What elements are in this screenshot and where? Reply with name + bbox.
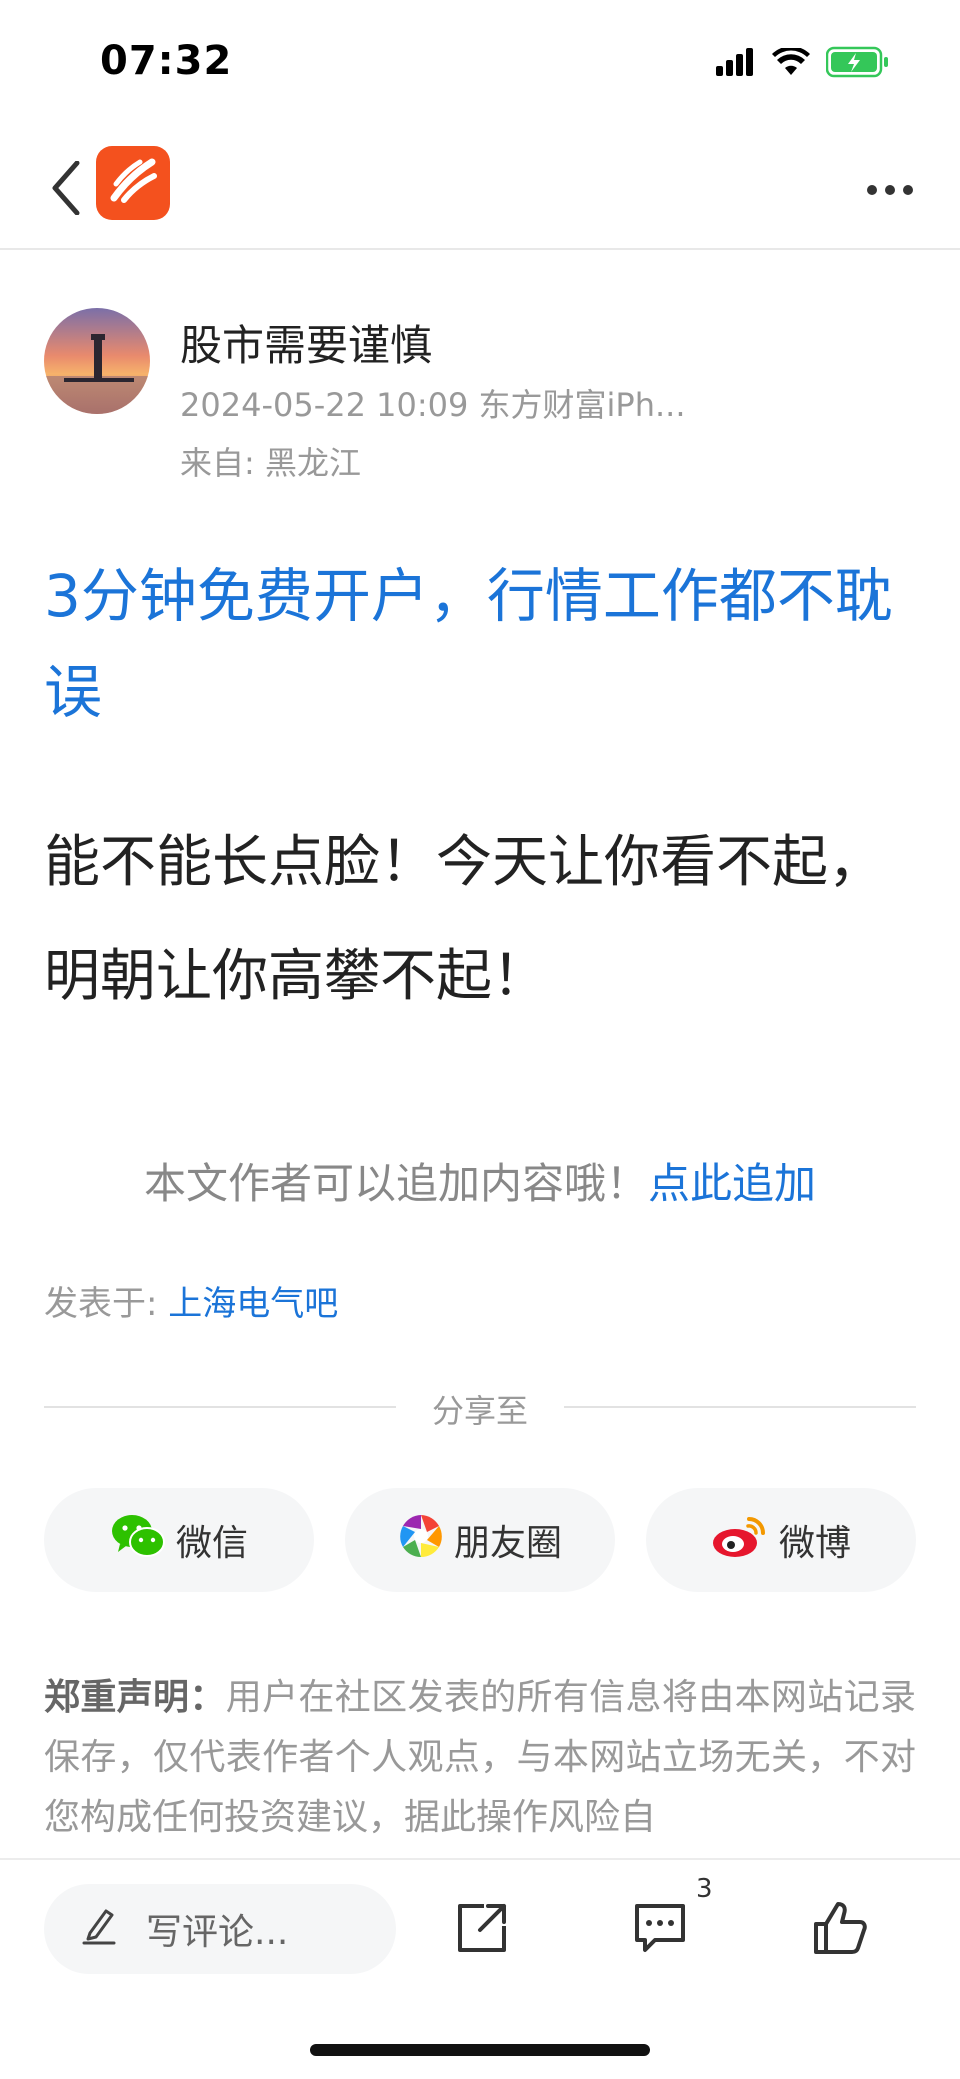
- share-moments-button[interactable]: 朋友圈: [345, 1488, 615, 1592]
- share-out-icon: [454, 1900, 510, 1960]
- more-button[interactable]: [860, 160, 920, 220]
- edit-icon: [82, 1905, 116, 1954]
- append-row: 本文作者可以追加内容哦！点此追加: [0, 1150, 960, 1211]
- more-dots-icon: [866, 181, 914, 200]
- avatar[interactable]: [44, 308, 150, 414]
- posted-in-label: 发表于:: [44, 1284, 169, 1324]
- status-bar: 07:32: [0, 0, 960, 120]
- like-button[interactable]: [800, 1890, 880, 1970]
- posted-in: 发表于: 上海电气吧: [44, 1276, 338, 1325]
- post-body: 能不能长点脸！今天让你看不起，明朝让你高攀不起！: [44, 830, 884, 1009]
- wechat-icon: [110, 1512, 166, 1569]
- share-row: 微信 朋友圈 微博: [44, 1488, 916, 1592]
- comment-icon: [631, 1900, 689, 1960]
- author-name[interactable]: 股市需要谨慎: [180, 312, 432, 373]
- comment-placeholder: 写评论...: [146, 1912, 289, 1953]
- share-out-button[interactable]: [442, 1890, 522, 1970]
- share-wechat-label: 微信: [175, 1523, 248, 1564]
- eastmoney-logo-icon: [106, 154, 160, 212]
- append-prompt: 本文作者可以追加内容哦！: [143, 1159, 648, 1208]
- weibo-icon: [711, 1513, 769, 1568]
- disclaimer: 郑重声明：用户在社区发表的所有信息将由本网站记录保存，仅代表作者个人观点，与本网…: [44, 1668, 916, 1858]
- share-label: 分享至: [431, 1392, 528, 1430]
- chevron-left-icon: [51, 160, 81, 219]
- share-weibo-label: 微博: [778, 1523, 851, 1564]
- nav-bar: [0, 130, 960, 250]
- share-weibo-button[interactable]: 微博: [646, 1488, 916, 1592]
- forum-link[interactable]: 上海电气吧: [168, 1284, 338, 1324]
- battery-charging-icon: [825, 46, 890, 82]
- app-logo[interactable]: [96, 146, 170, 220]
- moments-icon: [398, 1513, 444, 1568]
- append-link[interactable]: 点此追加: [648, 1159, 816, 1208]
- signal-icon: [716, 48, 756, 80]
- wifi-icon: [772, 46, 810, 80]
- status-icons: [716, 46, 890, 82]
- share-wechat-button[interactable]: 微信: [44, 1488, 314, 1592]
- status-time: 07:32: [100, 38, 233, 84]
- comment-count-badge: 3: [696, 1874, 713, 1904]
- promo-link[interactable]: 3分钟免费开户，行情工作都不耽误: [44, 548, 904, 740]
- comment-button[interactable]: [620, 1890, 700, 1970]
- post-meta: 2024-05-22 10:09 东方财富iPh...: [180, 386, 686, 424]
- home-indicator: [310, 2044, 650, 2056]
- back-button[interactable]: [36, 150, 96, 230]
- share-divider: 分享至: [44, 1386, 916, 1430]
- post-origin: 来自: 黑龙江: [180, 444, 361, 482]
- like-icon: [812, 1900, 868, 1960]
- share-moments-label: 朋友圈: [453, 1523, 562, 1564]
- comment-input[interactable]: 写评论...: [44, 1884, 396, 1974]
- disclaimer-title: 郑重声明：: [44, 1677, 226, 1718]
